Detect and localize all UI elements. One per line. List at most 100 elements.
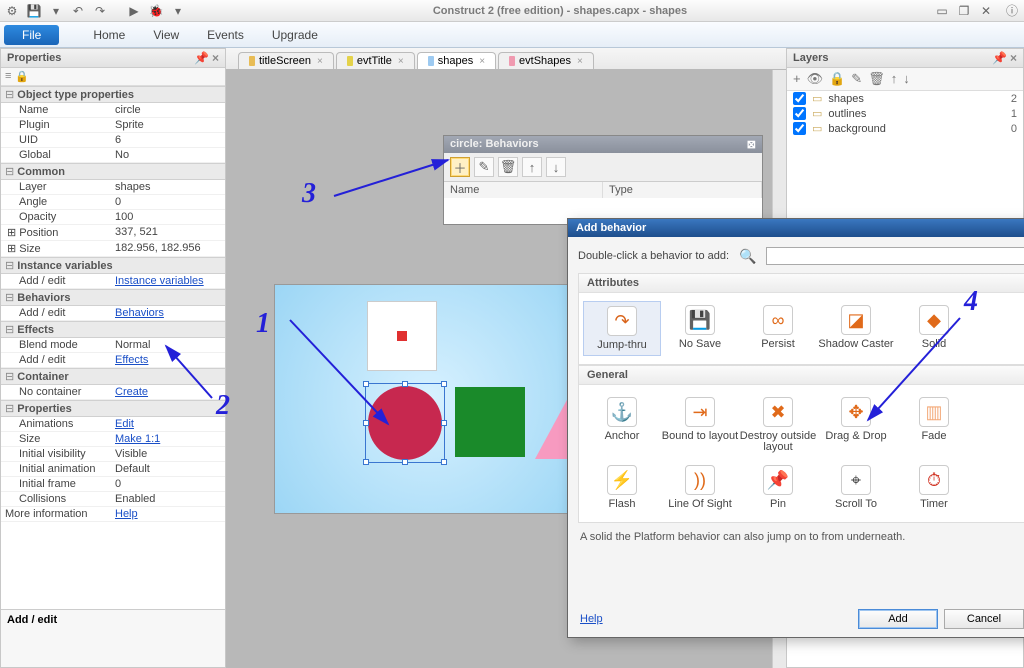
prop-row[interactable]: Opacity100 bbox=[1, 210, 225, 225]
layer-row[interactable]: ▭background0 bbox=[787, 121, 1023, 136]
add-behavior-button[interactable]: ＋ bbox=[450, 157, 470, 177]
shape-square-green[interactable] bbox=[455, 387, 525, 457]
menu-events[interactable]: Events bbox=[193, 24, 258, 46]
selection-handles[interactable] bbox=[365, 383, 445, 463]
pin-icon[interactable]: 📌 bbox=[194, 51, 209, 65]
behavior-item-pin[interactable]: 📌Pin bbox=[739, 461, 817, 514]
undo-icon[interactable]: ↶ bbox=[70, 3, 86, 19]
panel-close-icon[interactable]: × bbox=[212, 51, 219, 65]
menu-home[interactable]: Home bbox=[79, 24, 139, 46]
move-down-icon[interactable]: ↓ bbox=[546, 157, 566, 177]
tab-close-icon[interactable]: × bbox=[317, 56, 323, 67]
prop-row-more-info[interactable]: More informationHelp bbox=[1, 507, 225, 522]
shape-square-white[interactable] bbox=[367, 301, 437, 371]
eye-icon[interactable]: 👁 bbox=[807, 71, 824, 87]
add-layer-icon[interactable]: + bbox=[793, 71, 801, 87]
prop-group[interactable]: Instance variables bbox=[1, 257, 225, 274]
behavior-item-drag-drop[interactable]: ✥Drag & Drop bbox=[817, 393, 895, 457]
behavior-item-timer[interactable]: ⏱Timer bbox=[895, 461, 973, 514]
menu-upgrade[interactable]: Upgrade bbox=[258, 24, 332, 46]
prop-row[interactable]: Add / editInstance variables bbox=[1, 274, 225, 289]
layout-frame[interactable] bbox=[274, 284, 584, 514]
delete-behavior-icon[interactable]: 🗑 bbox=[498, 157, 518, 177]
prop-group[interactable]: Effects bbox=[1, 321, 225, 338]
tab-close-icon[interactable]: × bbox=[577, 56, 583, 67]
prop-row[interactable]: Initial frame0 bbox=[1, 477, 225, 492]
column-header-type[interactable]: Type bbox=[603, 182, 762, 198]
behavior-item-shadow-caster[interactable]: ◪Shadow Caster bbox=[817, 301, 895, 356]
edit-behavior-icon[interactable]: ✎ bbox=[474, 157, 494, 177]
tab-close-icon[interactable]: × bbox=[398, 56, 404, 67]
prop-group[interactable]: Container bbox=[1, 368, 225, 385]
prop-row[interactable]: SizeMake 1:1 bbox=[1, 432, 225, 447]
behavior-item-anchor[interactable]: ⚓Anchor bbox=[583, 393, 661, 457]
layer-row[interactable]: ▭shapes2 bbox=[787, 91, 1023, 106]
behavior-item-fade[interactable]: ▥Fade bbox=[895, 393, 973, 457]
prop-group[interactable]: Common bbox=[1, 163, 225, 180]
tab-close-icon[interactable]: × bbox=[479, 56, 485, 67]
dropdown-icon[interactable]: ▾ bbox=[48, 3, 64, 19]
prop-row[interactable]: Add / editBehaviors bbox=[1, 306, 225, 321]
prop-row[interactable]: AnimationsEdit bbox=[1, 417, 225, 432]
close-window-icon[interactable]: ✕ bbox=[978, 3, 994, 19]
help-circle-icon[interactable]: ⓘ bbox=[1004, 3, 1020, 19]
cancel-button[interactable]: Cancel bbox=[944, 609, 1024, 629]
behavior-search-input[interactable] bbox=[766, 247, 1024, 265]
move-up-icon[interactable]: ↑ bbox=[891, 71, 898, 87]
tab-evtTitle[interactable]: evtTitle× bbox=[336, 52, 415, 69]
prop-group[interactable]: Behaviors bbox=[1, 289, 225, 306]
behavior-item-flash[interactable]: ⚡Flash bbox=[583, 461, 661, 514]
layer-row[interactable]: ▭outlines1 bbox=[787, 106, 1023, 121]
behavior-item-bound-to-layout[interactable]: ⇥Bound to layout bbox=[661, 393, 739, 457]
trash-icon[interactable]: 🗑 bbox=[868, 71, 885, 87]
debug-icon[interactable]: 🐞 bbox=[148, 3, 164, 19]
save-icon[interactable]: 💾 bbox=[26, 3, 42, 19]
panel-close-icon[interactable]: × bbox=[1010, 51, 1017, 65]
prop-tool-icon[interactable]: ≡ bbox=[5, 70, 11, 83]
prop-row[interactable]: CollisionsEnabled bbox=[1, 492, 225, 507]
maximize-icon[interactable]: ❐ bbox=[956, 3, 972, 19]
more-icon[interactable]: ▾ bbox=[170, 3, 186, 19]
minimize-icon[interactable]: ▭ bbox=[934, 3, 950, 19]
prop-row[interactable]: ⊞ Position337, 521 bbox=[1, 225, 225, 241]
prop-group[interactable]: Object type properties bbox=[1, 86, 225, 103]
edit-icon[interactable]: ✎ bbox=[851, 71, 862, 87]
prop-tool-icon[interactable]: 🔒 bbox=[15, 70, 29, 83]
prop-row[interactable]: Angle0 bbox=[1, 195, 225, 210]
behavior-item-solid[interactable]: ◆Solid bbox=[895, 301, 973, 356]
file-menu-button[interactable]: File bbox=[4, 25, 59, 45]
column-header-name[interactable]: Name bbox=[444, 182, 603, 198]
prop-group[interactable]: Properties bbox=[1, 400, 225, 417]
behavior-item-line-of-sight[interactable]: ))Line Of Sight bbox=[661, 461, 739, 514]
prop-row[interactable]: Blend modeNormal bbox=[1, 338, 225, 353]
prop-row[interactable]: No containerCreate bbox=[1, 385, 225, 400]
prop-row[interactable]: Layershapes bbox=[1, 180, 225, 195]
dialog-close-icon[interactable]: ⊠ bbox=[747, 138, 756, 151]
prop-row[interactable]: Add / editEffects bbox=[1, 353, 225, 368]
menu-view[interactable]: View bbox=[139, 24, 193, 46]
behavior-item-destroy-outside-layout[interactable]: ✖Destroy outside layout bbox=[739, 393, 817, 457]
layer-visibility-checkbox[interactable] bbox=[793, 92, 806, 105]
shape-circle-selected[interactable] bbox=[365, 383, 445, 463]
layer-visibility-checkbox[interactable] bbox=[793, 122, 806, 135]
behavior-item-jump-thru[interactable]: ↷Jump-thru bbox=[583, 301, 661, 356]
prop-row[interactable]: ⊞ Size182.956, 182.956 bbox=[1, 241, 225, 257]
help-link[interactable]: Help bbox=[580, 613, 603, 625]
tab-shapes[interactable]: shapes× bbox=[417, 52, 496, 69]
behavior-item-no-save[interactable]: 💾No Save bbox=[661, 301, 739, 356]
redo-icon[interactable]: ↷ bbox=[92, 3, 108, 19]
tab-evtShapes[interactable]: evtShapes× bbox=[498, 52, 594, 69]
layer-visibility-checkbox[interactable] bbox=[793, 107, 806, 120]
pin-icon[interactable]: 📌 bbox=[992, 51, 1007, 65]
prop-row[interactable]: PluginSprite bbox=[1, 118, 225, 133]
move-up-icon[interactable]: ↑ bbox=[522, 157, 542, 177]
prop-row[interactable]: UID6 bbox=[1, 133, 225, 148]
behavior-item-scroll-to[interactable]: ⌖Scroll To bbox=[817, 461, 895, 514]
lock-icon[interactable]: 🔒 bbox=[829, 71, 845, 87]
prop-row[interactable]: Initial visibilityVisible bbox=[1, 447, 225, 462]
prop-row[interactable]: Initial animationDefault bbox=[1, 462, 225, 477]
run-icon[interactable]: ▶ bbox=[126, 3, 142, 19]
prop-row[interactable]: GlobalNo bbox=[1, 148, 225, 163]
prop-row[interactable]: Namecircle bbox=[1, 103, 225, 118]
add-button[interactable]: Add bbox=[858, 609, 938, 629]
